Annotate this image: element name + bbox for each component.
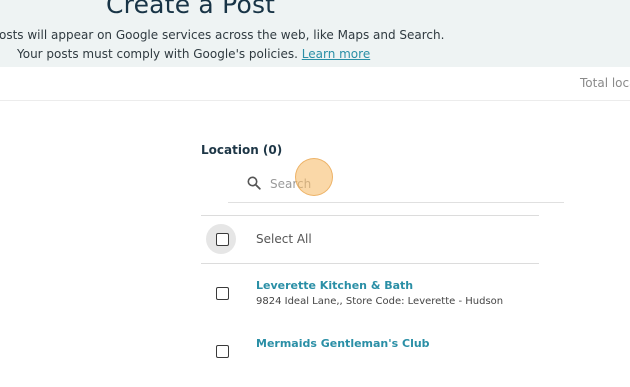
banner-description: osts will appear on Google services acro… [0, 28, 445, 42]
location-list-item[interactable]: Leverette Kitchen & Bath 9824 Ideal Lane… [201, 279, 539, 329]
search-input[interactable] [270, 175, 530, 193]
policy-text: Your posts must comply with Google's pol… [17, 47, 302, 61]
search-icon [247, 176, 261, 190]
location-list-item[interactable]: Mermaids Gentleman's Club [201, 337, 539, 387]
select-all-checkbox[interactable] [216, 233, 229, 246]
select-all-label: Select All [256, 232, 312, 246]
location-count-header: Location (0) [201, 143, 283, 157]
location-checkbox[interactable] [216, 345, 229, 358]
location-checkbox[interactable] [216, 287, 229, 300]
location-name[interactable]: Mermaids Gentleman's Club [256, 337, 430, 350]
location-name[interactable]: Leverette Kitchen & Bath [256, 279, 413, 292]
divider [201, 263, 539, 264]
location-search [228, 170, 564, 203]
banner-policy-note: Your posts must comply with Google's pol… [17, 47, 370, 61]
location-address: 9824 Ideal Lane,, Store Code: Leverette … [256, 296, 504, 307]
learn-more-link[interactable]: Learn more [302, 47, 370, 61]
toolbar: Total loca [0, 67, 630, 101]
select-all-row[interactable]: Select All [201, 222, 539, 255]
page-banner: Create a Post osts will appear on Google… [0, 0, 630, 67]
total-locations-label: Total loca [580, 76, 630, 90]
divider [201, 215, 539, 216]
page-title: Create a Post [106, 0, 276, 19]
